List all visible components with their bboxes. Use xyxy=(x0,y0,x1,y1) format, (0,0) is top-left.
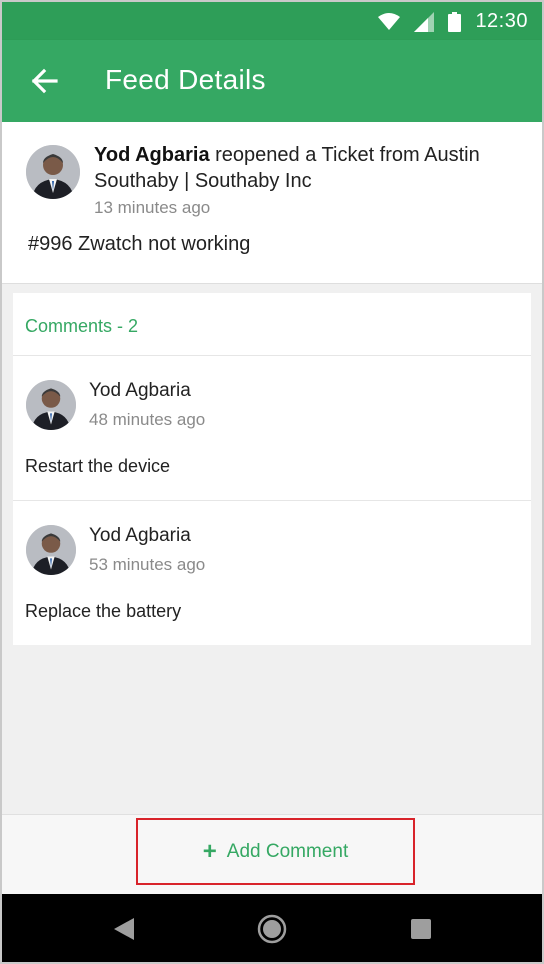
comment-timestamp: 53 minutes ago xyxy=(89,555,206,574)
avatar xyxy=(26,525,76,575)
add-comment-button[interactable]: + Add Comment xyxy=(136,818,415,885)
ticket-title: #996 Zwatch not working xyxy=(28,233,251,255)
wifi-icon xyxy=(378,12,401,30)
comment-item: Yod Agbaria 53 minutes ago Replace the b… xyxy=(13,501,531,645)
nav-back-button[interactable] xyxy=(109,914,139,944)
comment-author: Yod Agbaria xyxy=(89,380,191,401)
comments-header: Comments - 2 xyxy=(13,293,531,356)
status-time: 12:30 xyxy=(475,10,528,32)
user-photo-icon xyxy=(26,145,80,199)
nav-home-icon xyxy=(257,914,287,944)
system-nav-bar xyxy=(2,894,542,962)
comment-author: Yod Agbaria xyxy=(89,525,191,546)
nav-recents-icon xyxy=(411,919,431,939)
arrow-left-icon xyxy=(31,68,58,94)
battery-icon xyxy=(448,11,462,32)
page-title: Feed Details xyxy=(105,64,266,95)
avatar xyxy=(26,145,80,199)
user-photo-icon xyxy=(26,380,76,430)
feed-headline: Yod Agbaria reopened a Ticket from Austi… xyxy=(94,142,524,194)
app-bar: Feed Details xyxy=(2,40,542,122)
app-frame: 12:30 Feed Details Yod Agbaria reopened … xyxy=(0,0,544,964)
comment-text: Restart the device xyxy=(25,456,171,476)
comments-title: Comments - 2 xyxy=(25,316,139,336)
signal-icon xyxy=(414,11,435,32)
feed-author: Yod Agbaria xyxy=(94,144,210,166)
nav-recents-button[interactable] xyxy=(406,914,436,944)
plus-icon: + xyxy=(202,837,217,865)
comment-item: Yod Agbaria 48 minutes ago Restart the d… xyxy=(13,356,531,501)
nav-back-icon xyxy=(114,918,134,940)
status-bar: 12:30 xyxy=(2,2,542,40)
bottom-action-bar: + Add Comment xyxy=(2,814,542,895)
user-photo-icon xyxy=(26,525,76,575)
comment-text: Replace the battery xyxy=(25,601,182,621)
comments-card: Comments - 2 Yod Agbaria 48 minutes ago … xyxy=(13,293,531,645)
feed-timestamp: 13 minutes ago xyxy=(94,198,211,217)
nav-home-button[interactable] xyxy=(257,914,287,944)
comment-timestamp: 48 minutes ago xyxy=(89,410,206,429)
avatar xyxy=(26,380,76,430)
status-icons: 12:30 xyxy=(378,10,528,33)
back-button[interactable] xyxy=(24,60,66,102)
add-comment-label: Add Comment xyxy=(226,840,349,862)
feed-card: Yod Agbaria reopened a Ticket from Austi… xyxy=(2,122,542,284)
